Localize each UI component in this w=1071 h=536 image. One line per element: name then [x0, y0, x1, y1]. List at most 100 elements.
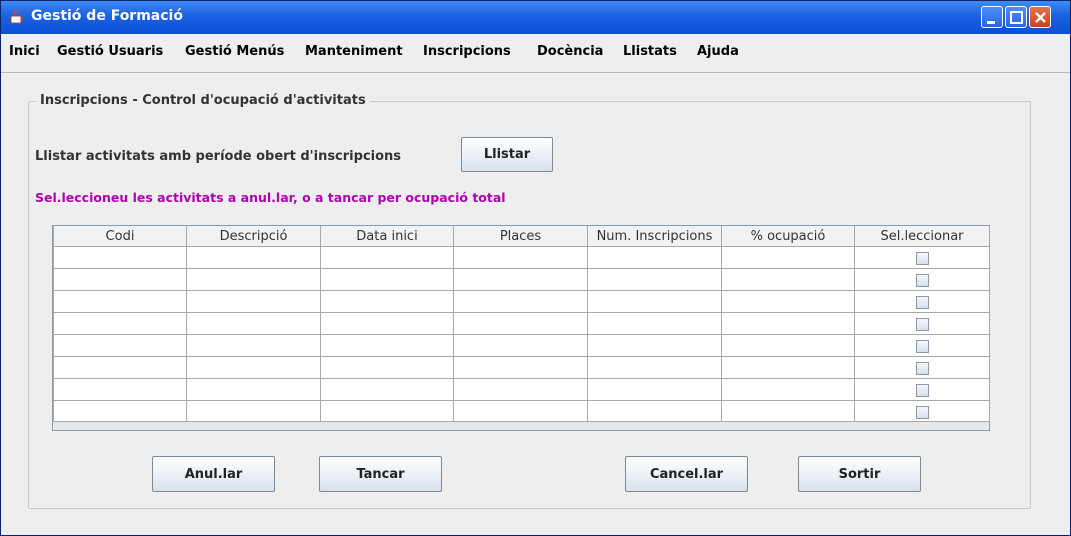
- table-cell[interactable]: [320, 356, 454, 379]
- selection-hint: Sel.leccioneu les activitats a anul.lar,…: [35, 190, 506, 205]
- table-cell[interactable]: [186, 268, 321, 291]
- column-header-ocupacio[interactable]: % ocupació: [721, 226, 855, 247]
- table-cell[interactable]: [320, 246, 454, 269]
- table-cell[interactable]: [721, 378, 855, 401]
- select-checkbox[interactable]: [915, 406, 929, 419]
- menu-llistats[interactable]: Llistats: [623, 44, 677, 59]
- table-cell[interactable]: [320, 312, 454, 335]
- table-cell[interactable]: [53, 246, 187, 269]
- cancelar-button[interactable]: Cancel.lar: [625, 456, 748, 492]
- table-cell[interactable]: [721, 268, 855, 291]
- table-cell[interactable]: [186, 290, 321, 313]
- table-cell[interactable]: [53, 268, 187, 291]
- select-checkbox[interactable]: [915, 252, 929, 265]
- column-header-places[interactable]: Places: [453, 226, 588, 247]
- anular-button[interactable]: Anul.lar: [152, 456, 275, 492]
- sortir-button[interactable]: Sortir: [798, 456, 921, 492]
- table-cell[interactable]: [53, 378, 187, 401]
- table-cell[interactable]: [186, 378, 321, 401]
- select-checkbox[interactable]: [915, 318, 929, 331]
- table-cell[interactable]: [186, 400, 321, 423]
- table-cell[interactable]: [587, 400, 722, 423]
- table-cell[interactable]: [587, 378, 722, 401]
- table-row[interactable]: [53, 290, 990, 313]
- table-row[interactable]: [53, 268, 990, 291]
- table-cell[interactable]: [587, 290, 722, 313]
- llistar-button[interactable]: Llistar: [461, 137, 553, 172]
- table-cell[interactable]: [587, 356, 722, 379]
- table-cell[interactable]: [587, 312, 722, 335]
- table-cell[interactable]: [453, 312, 588, 335]
- table-cell[interactable]: [53, 400, 187, 423]
- table-cell[interactable]: [721, 400, 855, 423]
- table-header: Codi Descripció Data inici Places Num. I…: [53, 226, 990, 247]
- menu-ajuda[interactable]: Ajuda: [697, 44, 739, 59]
- select-cell: [854, 356, 990, 379]
- table-cell[interactable]: [53, 290, 187, 313]
- table-row[interactable]: [53, 356, 990, 379]
- minimize-button[interactable]: [981, 6, 1003, 28]
- table-cell[interactable]: [721, 356, 855, 379]
- tancar-button[interactable]: Tancar: [319, 456, 442, 492]
- column-header-descripcio[interactable]: Descripció: [186, 226, 321, 247]
- column-header-data-inici[interactable]: Data inici: [320, 226, 454, 247]
- select-cell: [854, 334, 990, 357]
- table-cell[interactable]: [587, 334, 722, 357]
- table-cell[interactable]: [453, 290, 588, 313]
- table-cell[interactable]: [721, 290, 855, 313]
- table-cell[interactable]: [320, 378, 454, 401]
- column-header-num-inscripcions[interactable]: Num. Inscripcions: [587, 226, 722, 247]
- table-cell[interactable]: [453, 334, 588, 357]
- table-cell[interactable]: [453, 356, 588, 379]
- table-row[interactable]: [53, 378, 990, 401]
- menu-gestio-menus[interactable]: Gestió Menús: [185, 44, 284, 59]
- table-cell[interactable]: [320, 290, 454, 313]
- table-row[interactable]: [53, 334, 990, 357]
- column-header-codi[interactable]: Codi: [53, 226, 187, 247]
- table-cell[interactable]: [453, 268, 588, 291]
- table-cell[interactable]: [320, 400, 454, 423]
- table-cell[interactable]: [721, 312, 855, 335]
- menu-gestio-usuaris[interactable]: Gestió Usuaris: [57, 44, 163, 59]
- column-header-seleccionar[interactable]: Sel.leccionar: [854, 226, 990, 247]
- list-activities-label: Llistar activitats amb període obert d'i…: [35, 149, 402, 164]
- maximize-button[interactable]: [1005, 6, 1027, 28]
- select-checkbox[interactable]: [915, 296, 929, 309]
- table-cell[interactable]: [186, 334, 321, 357]
- table-horizontal-scrollbar[interactable]: [53, 421, 989, 430]
- table-row[interactable]: [53, 312, 990, 335]
- menu-docencia[interactable]: Docència: [537, 44, 603, 59]
- select-cell: [854, 268, 990, 291]
- table-cell[interactable]: [453, 400, 588, 423]
- table-cell[interactable]: [721, 246, 855, 269]
- table-cell[interactable]: [53, 312, 187, 335]
- table-cell[interactable]: [587, 268, 722, 291]
- table-cell[interactable]: [320, 334, 454, 357]
- select-checkbox[interactable]: [915, 362, 929, 375]
- table-cell[interactable]: [186, 312, 321, 335]
- java-cup-icon: [9, 9, 25, 25]
- select-checkbox[interactable]: [915, 384, 929, 397]
- table-cell[interactable]: [53, 334, 187, 357]
- table-cell[interactable]: [587, 246, 722, 269]
- table-cell[interactable]: [453, 246, 588, 269]
- menu-manteniment[interactable]: Manteniment: [305, 44, 403, 59]
- table-row[interactable]: [53, 246, 990, 269]
- table-cell[interactable]: [721, 334, 855, 357]
- select-checkbox[interactable]: [915, 340, 929, 353]
- menu-inscripcions[interactable]: Inscripcions: [423, 44, 511, 59]
- table-cell[interactable]: [186, 246, 321, 269]
- title-bar[interactable]: Gestió de Formació: [1, 1, 1070, 34]
- close-icon: [1035, 12, 1046, 23]
- table-cell[interactable]: [453, 378, 588, 401]
- table-cell[interactable]: [320, 268, 454, 291]
- table-row[interactable]: [53, 400, 990, 423]
- table-cell[interactable]: [53, 356, 187, 379]
- window-title: Gestió de Formació: [31, 8, 183, 24]
- select-checkbox[interactable]: [915, 274, 929, 287]
- table-cell[interactable]: [186, 356, 321, 379]
- select-cell: [854, 400, 990, 423]
- close-button[interactable]: [1029, 6, 1051, 28]
- menu-inici[interactable]: Inici: [9, 44, 40, 59]
- panel-title: Inscripcions - Control d'ocupació d'acti…: [36, 93, 370, 108]
